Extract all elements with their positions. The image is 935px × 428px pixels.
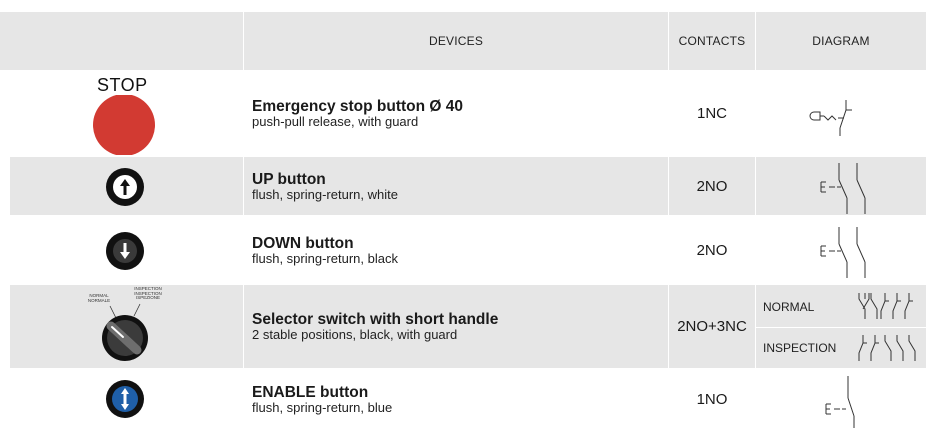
device-down-button: DOWN button flush, spring-return, black — [244, 217, 668, 283]
col-separator — [243, 12, 244, 428]
device-title: ENABLE button — [252, 383, 369, 401]
arrow-down-button-icon — [106, 232, 144, 270]
device-title: UP button — [252, 170, 326, 188]
col-separator — [755, 12, 756, 428]
header-empty-cell — [0, 12, 243, 70]
arrow-updown-blue-button-icon — [106, 380, 144, 418]
device-enable-button: ENABLE button flush, spring-return, blue — [244, 370, 668, 428]
device-subtitle: flush, spring-return, white — [252, 186, 398, 202]
selector-diagram-divider — [756, 327, 926, 328]
contacts-value: 2NO+3NC — [677, 318, 747, 335]
device-emergency-stop: Emergency stop button Ø 40 push-pull rel… — [244, 70, 668, 156]
device-selector-switch: Selector switch with short handle 2 stab… — [244, 285, 668, 368]
selector-switch-icon — [102, 303, 148, 361]
diagram-label-inspection: INSPECTION — [763, 341, 837, 355]
contacts-value: 2NO — [696, 177, 728, 195]
contacts-value: 1NO — [696, 390, 728, 408]
device-subtitle: 2 stable positions, black, with guard — [252, 327, 458, 342]
stop-label: STOP — [97, 75, 148, 95]
device-subtitle: flush, spring-return, black — [252, 250, 398, 266]
row-separator — [10, 215, 926, 217]
contacts-value: 2NO — [696, 241, 728, 259]
emergency-stop-icon — [93, 95, 155, 155]
diagram-1no-icon — [825, 376, 855, 428]
row-separator — [10, 368, 926, 370]
device-subtitle: push-pull release, with guard — [252, 113, 419, 129]
header-diagram: DIAGRAM — [756, 12, 926, 70]
diagram-2no-icon — [820, 163, 866, 214]
diagram-label-normal: NORMAL — [763, 300, 815, 314]
header-devices: DEVICES — [244, 12, 668, 70]
devices-table: DEVICES CONTACTS DIAGRAM STOP Emergency … — [0, 0, 935, 428]
diagram-inspection-contacts-icon — [858, 335, 916, 361]
device-title: Selector switch with short handle — [252, 311, 499, 328]
device-subtitle: flush, spring-return, blue — [252, 399, 393, 415]
row-separator — [10, 155, 926, 157]
diagram-nc-mushroom-icon — [809, 100, 852, 136]
device-title: Emergency stop button Ø 40 — [252, 97, 464, 115]
diagram-2no-icon — [820, 227, 866, 278]
contacts-value: 1NC — [696, 104, 727, 122]
diagram-normal-contacts-icon — [858, 293, 913, 319]
selector-label-inspection: INSPECTION INSPECTION ISPEZIONE — [134, 286, 162, 300]
row-separator — [10, 283, 926, 285]
device-up-button: UP button flush, spring-return, white — [244, 157, 668, 215]
header-contacts: CONTACTS — [669, 12, 755, 70]
device-title: DOWN button — [252, 234, 354, 252]
col-separator — [668, 12, 669, 428]
arrow-up-button-icon — [106, 168, 144, 206]
